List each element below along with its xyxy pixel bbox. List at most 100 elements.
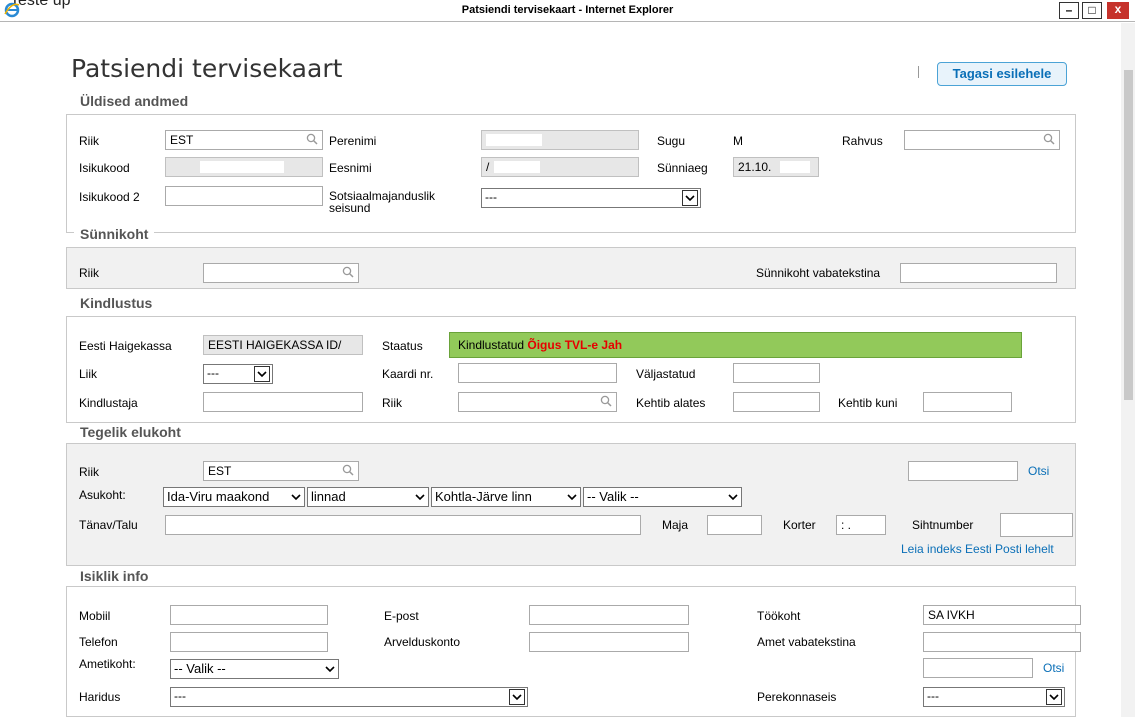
id-code-2-label: Isikukood 2 [79, 190, 140, 204]
workplace-field[interactable]: SA IVKH [923, 605, 1081, 625]
issued-field[interactable] [733, 363, 820, 383]
chevron-down-icon [257, 371, 267, 378]
redaction [486, 134, 542, 146]
type-label: Liik [79, 367, 98, 381]
card-number-field[interactable] [458, 363, 617, 383]
house-field[interactable] [707, 515, 762, 535]
birth-date-label: Sünniaeg [657, 161, 708, 175]
chevron-down-icon [728, 494, 738, 501]
chevron-down-icon [685, 195, 695, 202]
chevron-down-icon [415, 494, 425, 501]
apartment-field[interactable]: : . [836, 515, 886, 535]
city-value: Kohtla-Järve linn [435, 489, 532, 504]
birth-country-field[interactable] [203, 263, 359, 283]
county-select[interactable]: Ida-Viru maakond [163, 487, 305, 507]
search-icon[interactable] [1043, 133, 1055, 145]
phone-field[interactable] [170, 632, 328, 652]
general-data-legend: Üldised andmed [74, 93, 195, 109]
valid-until-field[interactable] [923, 392, 1012, 412]
position-search-field[interactable] [923, 658, 1033, 678]
phone-label: Telefon [79, 635, 118, 649]
postal-code-label: Sihtnumber [912, 518, 974, 532]
search-icon[interactable] [342, 464, 354, 476]
insurer-field[interactable] [203, 392, 363, 412]
email-label: E-post [384, 609, 419, 623]
header-divider [918, 66, 919, 78]
search-icon[interactable] [342, 266, 354, 278]
valid-from-field[interactable] [733, 392, 820, 412]
occupation-freetext-field[interactable] [923, 632, 1081, 652]
health-fund-field[interactable]: EESTI HAIGEKASSA ID/ [203, 335, 363, 355]
sick-leave-right-text: Õigus TVL-e Jah [527, 338, 623, 352]
first-name-label: Eesnimi [329, 161, 372, 175]
redaction [494, 161, 540, 173]
birth-date-field[interactable]: 21.10. [733, 157, 819, 177]
insurer-label: Kindlustaja [79, 396, 138, 410]
dropdown-button[interactable] [254, 366, 270, 382]
back-to-home-button[interactable]: Tagasi esilehele [937, 62, 1067, 86]
address-search-link[interactable]: Otsi [1028, 464, 1049, 478]
residence-country-field[interactable]: EST [203, 461, 359, 481]
type-select[interactable]: --- [203, 364, 273, 384]
street-field[interactable] [165, 515, 641, 535]
position-search-link[interactable]: Otsi [1043, 661, 1064, 675]
apartment-label: Korter [783, 518, 816, 532]
country-field[interactable]: EST [165, 130, 323, 150]
birthplace-freetext-field[interactable] [900, 263, 1057, 283]
redaction [200, 161, 284, 173]
gender-label: Sugu [657, 134, 686, 148]
minimize-button[interactable]: – [1059, 2, 1079, 19]
id-code-2-field[interactable] [165, 186, 323, 206]
socioeconomic-label: Sotsiaalmajanduslik seisund [329, 190, 435, 214]
birth-date-value: 21.10. [738, 160, 772, 174]
insurance-country-field[interactable] [458, 392, 617, 412]
dropdown-button[interactable] [509, 689, 525, 705]
id-code-field[interactable] [165, 157, 323, 177]
district-value: -- Valik -- [587, 489, 639, 504]
marital-status-select[interactable]: --- [923, 687, 1065, 707]
search-icon[interactable] [600, 395, 612, 407]
redaction [780, 161, 810, 173]
surname-label: Perenimi [329, 134, 377, 148]
postal-code-field[interactable] [1000, 513, 1073, 537]
scrollbar-thumb[interactable] [1124, 70, 1133, 400]
county-value: Ida-Viru maakond [167, 489, 270, 504]
insurance-country-label: Riik [382, 396, 402, 410]
insurance-status-badge: Kindlustatud Õigus TVL-e Jah [449, 332, 1022, 358]
window-title-bar: Teste up Patsiendi tervisekaart - Intern… [0, 0, 1135, 22]
position-select[interactable]: -- Valik -- [170, 659, 339, 679]
socioeconomic-select[interactable]: --- [481, 188, 701, 208]
birth-country-label: Riik [79, 266, 99, 280]
maximize-button[interactable]: □ [1082, 2, 1102, 19]
chevron-down-icon [1049, 694, 1059, 701]
close-button[interactable]: x [1107, 2, 1129, 19]
surname-field[interactable] [481, 130, 639, 150]
first-name-field[interactable]: / [481, 157, 639, 177]
dropdown-button[interactable] [682, 190, 698, 206]
socioeconomic-label-line2: seisund [329, 201, 371, 215]
settlement-type-select[interactable]: linnad [307, 487, 429, 507]
city-select[interactable]: Kohtla-Järve linn [431, 487, 581, 507]
socioeconomic-value: --- [485, 190, 497, 204]
nationality-label: Rahvus [842, 134, 883, 148]
search-icon[interactable] [306, 133, 318, 145]
residence-legend: Tegelik elukoht [74, 424, 187, 440]
first-name-value: / [486, 160, 490, 174]
marital-status-label: Perekonnaseis [757, 690, 837, 704]
education-label: Haridus [79, 690, 121, 704]
window-title: Patsiendi tervisekaart - Internet Explor… [461, 4, 674, 16]
country-label: Riik [79, 134, 99, 148]
workplace-label: Töökoht [757, 609, 801, 623]
education-select[interactable]: --- [170, 687, 528, 707]
district-select[interactable]: -- Valik -- [583, 487, 742, 507]
mobile-field[interactable] [170, 605, 328, 625]
dropdown-button[interactable] [1046, 689, 1062, 705]
bank-account-field[interactable] [529, 632, 689, 652]
find-postal-code-link[interactable]: Leia indeks Eesti Posti lehelt [901, 542, 1054, 556]
status-label: Staatus [382, 339, 423, 353]
nationality-field[interactable] [904, 130, 1060, 150]
email-field[interactable] [529, 605, 689, 625]
type-value: --- [207, 366, 219, 380]
street-label: Tänav/Talu [79, 518, 138, 532]
address-search-field[interactable] [908, 461, 1018, 481]
